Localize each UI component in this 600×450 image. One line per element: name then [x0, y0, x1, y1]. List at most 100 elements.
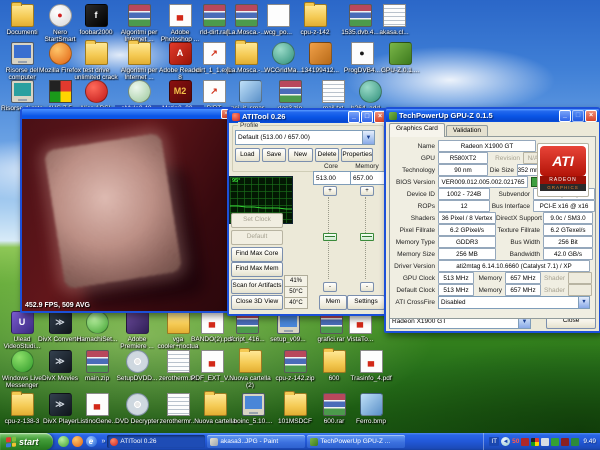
folder-icon	[239, 350, 262, 373]
bios-version-value: VER009.012.005.002.021765	[438, 176, 528, 188]
minimize-icon[interactable]: _	[559, 110, 571, 122]
memory-clock-input[interactable]: 657.00	[350, 171, 387, 185]
avg-tray-icon[interactable]	[531, 438, 539, 446]
hamachi-icon[interactable]	[58, 436, 69, 447]
firefox-icon[interactable]	[72, 436, 83, 447]
maximize-icon[interactable]: □	[361, 111, 373, 123]
core-clock-input[interactable]: 513.00	[313, 171, 351, 185]
language-indicator[interactable]: IT	[489, 437, 499, 446]
desktop-icon-gpu-z-0-1[interactable]: GPU-Z.0.1....	[376, 42, 424, 74]
dvd-tray-icon[interactable]	[561, 438, 569, 446]
page-icon	[267, 4, 290, 27]
taskbar: start e » ATITool 0.26akasa3..JPG - Pain…	[0, 433, 600, 450]
disc-icon	[126, 350, 149, 373]
start-button[interactable]: start	[0, 433, 53, 450]
task-button-akasa3-jpg-paint[interactable]: akasa3..JPG - Paint	[207, 435, 305, 448]
desktop-icon-akasa-cl[interactable]: akasa.cl...	[370, 4, 418, 36]
ati-tray-icon[interactable]	[521, 438, 529, 446]
shaders-label: Shaders	[393, 215, 438, 222]
hide-tray-icons-chevron[interactable]: ◄	[501, 437, 510, 446]
shader-label: Shader	[541, 275, 568, 282]
desktop-icon-test-drive-unlimited-crack[interactable]: test drive unlimited crack	[72, 42, 120, 81]
paint-icon	[210, 438, 218, 446]
folder-icon	[323, 350, 346, 373]
radeon-logo-text: RADEON	[540, 176, 586, 184]
properties-button[interactable]: Properties	[341, 148, 373, 162]
memory-label: Memory	[474, 275, 505, 282]
bandwidth-value: 42.0 GB/s	[543, 248, 593, 260]
settings-button[interactable]: Settings	[347, 295, 385, 310]
memory-minus-button[interactable]: -	[360, 282, 374, 292]
3d-view-titlebar[interactable]: ×	[22, 109, 233, 119]
task-button-label: akasa3..JPG - Paint	[220, 438, 278, 445]
scan-for-artifacts-button[interactable]: Scan for Artifacts	[231, 279, 283, 294]
tray-icon-group: 50	[512, 438, 579, 446]
desktop-icon-134199412[interactable]: 134199412...	[296, 42, 344, 74]
graphics-card-panel: NameRadeon X1900 GTGPUR580XT2RevisionN/A…	[389, 136, 596, 319]
gpuz-app-icon	[389, 112, 397, 120]
rar-icon	[279, 80, 302, 103]
find-max-core-button[interactable]: Find Max Core	[231, 247, 283, 262]
internet-explorer-icon[interactable]: e	[86, 436, 97, 447]
gpu-clock-label: GPU Clock	[393, 275, 438, 282]
set-clock-button[interactable]: Set Clock	[231, 213, 283, 228]
gpuz-titlebar[interactable]: TechPowerUp GPU-Z 0.1.5 _ □ ×	[386, 109, 599, 122]
shield-tray-icon[interactable]	[571, 438, 579, 446]
divx-icon: ≫	[49, 393, 72, 416]
memory-slider[interactable]	[360, 197, 372, 279]
maximize-icon[interactable]: □	[572, 110, 584, 122]
desktop-icon-ferro-bmp[interactable]: Ferro.bmp	[347, 393, 395, 425]
minimize-icon[interactable]: _	[348, 111, 360, 123]
bios-version-label: BIOS Version	[393, 179, 438, 186]
pinwheel-tray-icon[interactable]	[551, 438, 559, 446]
ati-crossfire-select[interactable]: Disabled▼	[438, 296, 590, 309]
txt-icon	[322, 80, 345, 103]
tab-graphics-card[interactable]: Graphics Card	[389, 123, 445, 137]
task-button-atitool-0-26[interactable]: ATITool 0.26	[107, 435, 205, 448]
desktop-icon-nuova-cartella-2[interactable]: Nuova cartella (2)	[226, 350, 274, 389]
globe-icon	[272, 42, 295, 65]
profile-select[interactable]: Default (513.00 / 657.00) ▼	[235, 130, 375, 145]
core-slider[interactable]	[323, 197, 335, 279]
taskbar-clock: 9.49	[583, 438, 596, 445]
close-icon[interactable]: ×	[585, 110, 597, 122]
rar-icon	[86, 350, 109, 373]
rops-label: ROPs	[393, 203, 438, 210]
window-title: TechPowerUp GPU-Z 0.1.5	[399, 111, 558, 120]
load-button[interactable]: Load	[235, 148, 260, 162]
monitor-icon	[242, 393, 265, 416]
rops-value: 12	[438, 200, 490, 212]
desktop-icon-cpu-z-142[interactable]: cpu-z-142	[291, 4, 339, 36]
temp-monitor-icon[interactable]: 50	[512, 438, 519, 446]
ati-crossfire-label: ATI CrossFire	[393, 299, 438, 306]
chevron-down-icon[interactable]: ▼	[578, 297, 589, 308]
foobar-icon: f	[85, 4, 108, 27]
desktop-icon-boinc-5-10[interactable]: boinc_5.10....	[229, 393, 277, 425]
core-minus-button[interactable]: -	[323, 282, 337, 292]
ati-logo-text: ATI	[540, 146, 586, 176]
find-max-mem-button[interactable]: Find Max Mem	[231, 262, 283, 277]
memory-slider-handle[interactable]	[360, 233, 374, 241]
task-button-label: TechPowerUp GPU-Z ...	[320, 438, 390, 445]
core-slider-handle[interactable]	[323, 233, 337, 241]
status-value: 50°C	[285, 287, 307, 298]
new-button[interactable]: New	[288, 148, 313, 162]
shader-value	[568, 272, 592, 284]
atitool-3d-view-window: × 452.9 FPS, 509 AVG	[20, 107, 235, 313]
delete-button[interactable]: Delete	[315, 148, 340, 162]
desktop-icon-label: Trasinfo_4.pdf	[347, 375, 395, 382]
save-button[interactable]: Save	[262, 148, 287, 162]
desktop-icon-trasinfo-4-pdf[interactable]: ▄Trasinfo_4.pdf	[347, 350, 395, 382]
folder-icon	[128, 42, 151, 65]
task-button-techpowerup-gpu-z[interactable]: TechPowerUp GPU-Z ...	[307, 435, 405, 448]
memory-plus-button[interactable]: +	[360, 186, 374, 196]
emule-icon	[128, 80, 151, 103]
default-button[interactable]: Default	[231, 230, 283, 245]
close-3d-view-button[interactable]: Close 3D View	[231, 295, 283, 310]
volume-icon[interactable]	[541, 438, 549, 446]
core-plus-button[interactable]: +	[323, 186, 337, 196]
chevron-down-icon[interactable]: ▼	[362, 131, 374, 144]
mem-button[interactable]: Mem	[319, 295, 347, 310]
box-icon	[309, 42, 332, 65]
desktop-icon-foobar2000[interactable]: ffoobar2000	[72, 4, 120, 36]
